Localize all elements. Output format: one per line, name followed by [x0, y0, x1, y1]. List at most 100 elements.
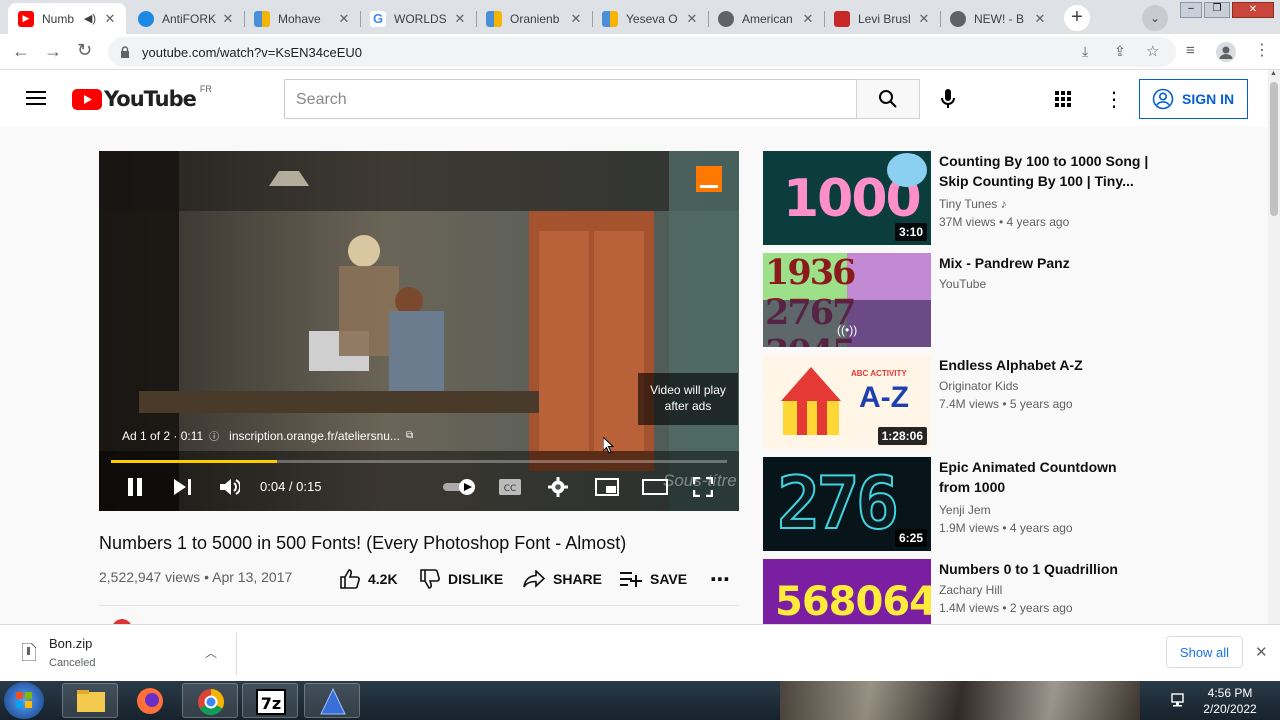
hamburger-menu-icon[interactable] [26, 90, 46, 106]
scroll-up-icon[interactable]: ▲ [1270, 70, 1277, 77]
share-icon[interactable]: ⇪ [1114, 43, 1126, 60]
related-title[interactable]: Endless Alphabet A-Z [939, 355, 1149, 375]
tab-levi[interactable]: Levi Brusl ✕ [824, 3, 940, 34]
show-all-button[interactable]: Show all [1166, 636, 1243, 668]
close-tab-icon[interactable]: ✕ [684, 11, 700, 27]
youtube-logo[interactable]: YouTube FR [72, 84, 212, 111]
captions-icon[interactable]: CC [499, 479, 521, 495]
download-filename[interactable]: Bon.zip [49, 636, 92, 651]
close-tab-icon[interactable]: ✕ [916, 11, 932, 27]
related-title[interactable]: Mix - Pandrew Panz [939, 253, 1149, 273]
search-input[interactable]: Search [284, 79, 857, 119]
tab-antifork[interactable]: AntiFORK ✕ [128, 3, 244, 34]
taskbar-explorer[interactable] [62, 683, 118, 718]
tab-youtube[interactable]: ▶ Numb ◀) ✕ [8, 3, 126, 34]
tab-american[interactable]: American ✕ [708, 3, 824, 34]
dislike-button[interactable]: DISLIKE [420, 567, 503, 591]
close-window-button[interactable]: ✕ [1232, 2, 1274, 18]
settings-more-icon[interactable]: ⋮ [1104, 87, 1124, 112]
speaker-icon[interactable]: ◀) [84, 12, 96, 25]
like-button[interactable]: 4.2K [340, 567, 398, 591]
install-icon[interactable]: ⤓ [1082, 43, 1088, 60]
chrome-menu-icon[interactable]: ⋮ [1254, 40, 1270, 60]
zip-file-icon [22, 643, 36, 661]
share-button[interactable]: SHARE [523, 567, 602, 591]
tab-mohave[interactable]: Mohave ✕ [244, 3, 360, 34]
video-thumbnail[interactable]: 568064 [763, 559, 931, 624]
mix-radio-icon: ((•)) [837, 323, 858, 337]
page-scrollbar[interactable]: ▲ [1268, 70, 1280, 624]
video-thumbnail[interactable]: 1000 3:10 [763, 151, 931, 245]
related-channel[interactable]: Originator Kids [939, 379, 1018, 393]
related-title[interactable]: Numbers 0 to 1 Quadrillion [939, 559, 1149, 579]
music-note-icon: ♪ [1000, 197, 1007, 211]
close-tab-icon[interactable]: ✕ [452, 11, 468, 27]
video-player[interactable]: Video will play after ads Ad 1 of 2 · 0:… [99, 151, 739, 511]
media-queue-icon[interactable]: ≡ [1186, 42, 1195, 59]
taskbar-app[interactable] [304, 683, 360, 718]
related-video[interactable]: 568064 Numbers 0 to 1 Quadrillion Zachar… [763, 559, 1203, 624]
watch-page: Video will play after ads Ad 1 of 2 · 0:… [0, 127, 1268, 624]
close-tab-icon[interactable]: ✕ [336, 11, 352, 27]
address-bar[interactable]: youtube.com/watch?v=KsEN34ceEU0 ⤓ ⇪ ☆ [108, 37, 1176, 67]
related-video[interactable]: ABC ACTIVITY A-Z 1:28:06 Endless Alphabe… [763, 355, 1203, 449]
related-title[interactable]: Epic Animated Countdown from 1000 [939, 457, 1149, 497]
scrollbar-thumb[interactable] [1270, 82, 1278, 216]
close-tab-icon[interactable]: ✕ [220, 11, 236, 27]
apps-grid-icon[interactable] [1055, 91, 1071, 107]
next-icon[interactable] [174, 479, 192, 495]
microphone-icon[interactable] [938, 88, 958, 110]
close-tab-icon[interactable]: ✕ [800, 11, 816, 27]
video-thumbnail[interactable]: ABC ACTIVITY A-Z 1:28:06 [763, 355, 931, 449]
tab-yeseva[interactable]: Yeseva O ✕ [592, 3, 708, 34]
chevron-up-icon[interactable]: ︿ [205, 644, 217, 661]
info-icon[interactable]: ⓘ [209, 428, 219, 443]
forward-icon[interactable]: → [44, 41, 62, 62]
taskbar-firefox[interactable] [122, 683, 178, 718]
progress-bar[interactable] [111, 460, 727, 463]
related-meta: 7.4M views • 5 years ago [939, 397, 1073, 411]
related-video[interactable]: 276 6:25 Epic Animated Countdown from 10… [763, 457, 1203, 551]
related-video[interactable]: 1936 2767 3045 4996 ((•)) Mix - Pandrew … [763, 253, 1203, 347]
sign-in-button[interactable]: SIGN IN [1139, 79, 1248, 119]
video-thumbnail[interactable]: 276 6:25 [763, 457, 931, 551]
system-clock[interactable]: 4:56 PM 2/20/2022 [1196, 685, 1264, 717]
mix-thumbnail[interactable]: 1936 2767 3045 4996 ((•)) [763, 253, 931, 347]
close-tab-icon[interactable]: ✕ [102, 11, 118, 27]
new-tab-button[interactable]: + [1064, 5, 1090, 31]
related-channel[interactable]: Zachary Hill [939, 583, 1002, 597]
related-video[interactable]: 1000 3:10 Counting By 100 to 1000 Song |… [763, 151, 1203, 245]
minimize-button[interactable]: – [1180, 2, 1202, 18]
pause-icon[interactable] [126, 478, 144, 496]
autoplay-toggle-icon[interactable] [443, 478, 477, 496]
tab-oranienb[interactable]: Oranienb ✕ [476, 3, 592, 34]
close-shelf-icon[interactable]: ✕ [1255, 643, 1268, 661]
save-button[interactable]: SAVE [620, 567, 687, 591]
bookmark-star-icon[interactable]: ☆ [1146, 42, 1159, 60]
reload-icon[interactable]: ↻ [77, 40, 92, 61]
tab-worlds[interactable]: G WORLDS ✕ [360, 3, 476, 34]
duration-badge: 1:28:06 [877, 427, 927, 445]
more-actions-icon[interactable]: ⋯ [710, 567, 730, 591]
volume-icon[interactable] [220, 478, 240, 496]
settings-gear-icon[interactable] [548, 477, 568, 497]
maximize-button[interactable]: ❐ [1204, 2, 1230, 18]
ad-link[interactable]: inscription.orange.fr/ateliersnu... [229, 429, 400, 443]
miniplayer-icon[interactable] [595, 478, 619, 496]
tab-new[interactable]: NEW! - B ✕ [940, 3, 1056, 34]
related-channel[interactable]: Tiny Tunes ♪ [939, 197, 1007, 211]
taskbar-chrome[interactable] [182, 683, 238, 718]
network-icon[interactable] [1170, 691, 1188, 709]
related-channel[interactable]: Yenji Jem [939, 503, 991, 517]
taskbar-7zip[interactable]: 7z [242, 683, 298, 718]
tab-search-chevron-icon[interactable]: ⌄ [1142, 5, 1168, 31]
related-title[interactable]: Counting By 100 to 1000 Song | Skip Coun… [939, 151, 1149, 191]
back-icon[interactable]: ← [12, 41, 30, 62]
close-tab-icon[interactable]: ✕ [568, 11, 584, 27]
related-channel[interactable]: YouTube [939, 277, 986, 291]
start-button[interactable] [4, 682, 44, 719]
close-tab-icon[interactable]: ✕ [1032, 11, 1048, 27]
search-button[interactable] [856, 79, 920, 119]
profile-icon[interactable] [1216, 42, 1236, 62]
skip-ad-box[interactable]: Video will play after ads [638, 373, 738, 425]
